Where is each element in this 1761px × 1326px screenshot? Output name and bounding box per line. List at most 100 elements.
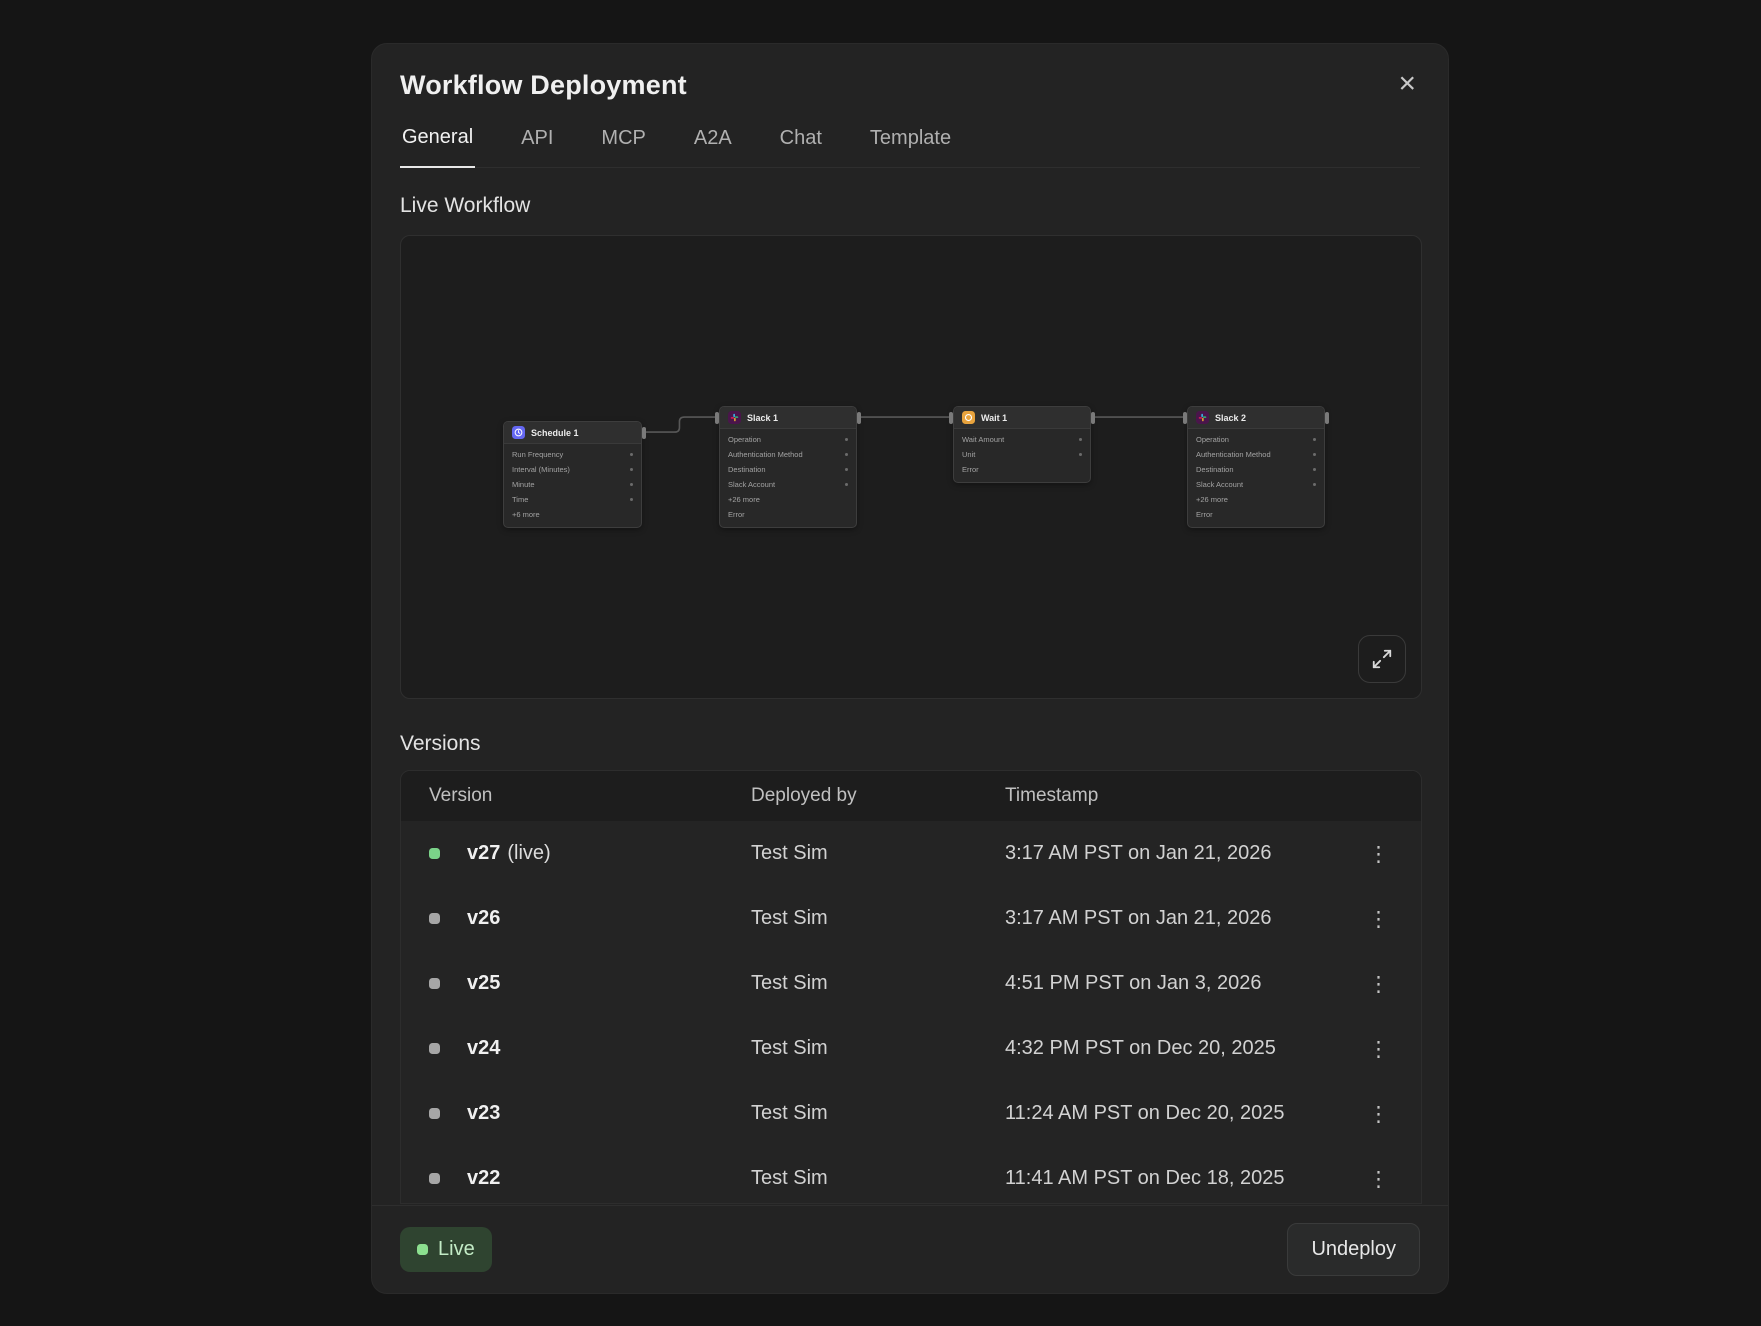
row-menu-icon[interactable]: ⋮ [1360, 903, 1397, 935]
node-more-label: +6 more [512, 510, 540, 519]
row-menu-icon[interactable]: ⋮ [1360, 838, 1397, 870]
timestamp: 3:17 AM PST on Jan 21, 2026 [1005, 842, 1353, 865]
node-more-label: +26 more [728, 495, 760, 504]
node-title: Slack 1 [747, 413, 778, 423]
node-field: Destination [728, 465, 766, 474]
field-port-dot [630, 498, 633, 501]
input-handle[interactable] [949, 412, 953, 424]
node-field: Time [512, 495, 528, 504]
live-status-label: Live [438, 1238, 475, 1261]
deployed-by: Test Sim [751, 1167, 1005, 1190]
node-error-label: Error [728, 510, 745, 519]
slack-icon [1196, 411, 1209, 424]
version-label: v25 [467, 972, 500, 994]
node-error-label: Error [1196, 510, 1213, 519]
field-port-dot [1313, 438, 1316, 441]
live-dot-icon [417, 1244, 428, 1255]
node-field: Minute [512, 480, 535, 489]
modal-header: Workflow Deployment × General API MCP A2… [372, 44, 1448, 168]
versions-table: Version Deployed by Timestamp v27(live) … [400, 770, 1422, 1204]
close-icon[interactable]: × [1394, 70, 1420, 98]
node-title: Slack 2 [1215, 413, 1246, 423]
version-status-dot [429, 1173, 440, 1184]
tab-template[interactable]: Template [868, 126, 953, 167]
output-handle[interactable] [857, 412, 861, 424]
tab-bar: General API MCP A2A Chat Template [400, 126, 1420, 168]
tab-api[interactable]: API [519, 126, 555, 167]
live-suffix: (live) [507, 842, 550, 864]
node-wait-1[interactable]: Wait 1 Wait Amount Unit Error [953, 406, 1091, 483]
field-port-dot [1313, 483, 1316, 486]
node-title: Schedule 1 [531, 428, 579, 438]
modal-body: Live Workflow Schedule 1 Run Frequency [372, 168, 1448, 1205]
table-row: v22 Test Sim 11:41 AM PST on Dec 18, 202… [401, 1146, 1421, 1204]
node-field: Destination [1196, 465, 1234, 474]
field-port-dot [845, 438, 848, 441]
field-port-dot [1313, 453, 1316, 456]
timestamp: 3:17 AM PST on Jan 21, 2026 [1005, 907, 1353, 930]
node-field: Operation [728, 435, 761, 444]
version-status-dot [429, 1043, 440, 1054]
node-field: Operation [1196, 435, 1229, 444]
node-field: Unit [962, 450, 975, 459]
undeploy-button[interactable]: Undeploy [1287, 1223, 1420, 1276]
node-title: Wait 1 [981, 413, 1007, 423]
node-field: Slack Account [1196, 480, 1243, 489]
node-error-label: Error [962, 465, 979, 474]
tab-chat[interactable]: Chat [778, 126, 824, 167]
timestamp: 4:32 PM PST on Dec 20, 2025 [1005, 1037, 1353, 1060]
row-menu-icon[interactable]: ⋮ [1360, 968, 1397, 1000]
field-port-dot [845, 468, 848, 471]
node-more-label: +26 more [1196, 495, 1228, 504]
deployed-by: Test Sim [751, 907, 1005, 930]
node-slack-2[interactable]: Slack 2 Operation Authentication Method … [1187, 406, 1325, 528]
slack-icon [728, 411, 741, 424]
row-menu-icon[interactable]: ⋮ [1360, 1033, 1397, 1065]
version-status-dot [429, 848, 440, 859]
tab-a2a[interactable]: A2A [692, 126, 734, 167]
version-label: v27 [467, 842, 500, 864]
output-handle[interactable] [642, 427, 646, 439]
node-schedule-1[interactable]: Schedule 1 Run Frequency Interval (Minut… [503, 421, 642, 528]
column-timestamp: Timestamp [1005, 785, 1353, 807]
input-handle[interactable] [715, 412, 719, 424]
field-port-dot [1079, 453, 1082, 456]
deployed-by: Test Sim [751, 1102, 1005, 1125]
node-field: Authentication Method [1196, 450, 1271, 459]
deployed-by: Test Sim [751, 972, 1005, 995]
deployed-by: Test Sim [751, 1037, 1005, 1060]
output-handle[interactable] [1325, 412, 1329, 424]
version-status-dot [429, 913, 440, 924]
field-port-dot [845, 453, 848, 456]
field-port-dot [630, 483, 633, 486]
input-handle[interactable] [1183, 412, 1187, 424]
timestamp: 11:24 AM PST on Dec 20, 2025 [1005, 1102, 1353, 1125]
column-version: Version [429, 785, 751, 807]
live-workflow-heading: Live Workflow [400, 194, 1420, 218]
node-field: Wait Amount [962, 435, 1004, 444]
tab-mcp[interactable]: MCP [599, 126, 647, 167]
versions-heading: Versions [400, 732, 1420, 756]
clock-icon [512, 426, 525, 439]
table-row: v23 Test Sim 11:24 AM PST on Dec 20, 202… [401, 1081, 1421, 1146]
deployed-by: Test Sim [751, 842, 1005, 865]
expand-canvas-button[interactable] [1358, 635, 1406, 683]
tab-general[interactable]: General [400, 126, 475, 168]
timer-icon [962, 411, 975, 424]
version-status-dot [429, 1108, 440, 1119]
field-port-dot [1313, 468, 1316, 471]
table-row: v24 Test Sim 4:32 PM PST on Dec 20, 2025… [401, 1016, 1421, 1081]
node-field: Authentication Method [728, 450, 803, 459]
modal-footer: Live Undeploy [372, 1205, 1448, 1293]
row-menu-icon[interactable]: ⋮ [1360, 1098, 1397, 1130]
node-slack-1[interactable]: Slack 1 Operation Authentication Method … [719, 406, 857, 528]
page-title: Workflow Deployment [400, 70, 687, 101]
field-port-dot [1079, 438, 1082, 441]
workflow-canvas[interactable]: Schedule 1 Run Frequency Interval (Minut… [400, 235, 1422, 699]
row-menu-icon[interactable]: ⋮ [1360, 1163, 1397, 1195]
version-label: v22 [467, 1167, 500, 1189]
timestamp: 11:41 AM PST on Dec 18, 2025 [1005, 1167, 1353, 1190]
table-row: v25 Test Sim 4:51 PM PST on Jan 3, 2026 … [401, 951, 1421, 1016]
output-handle[interactable] [1091, 412, 1095, 424]
table-header-row: Version Deployed by Timestamp [401, 771, 1421, 821]
